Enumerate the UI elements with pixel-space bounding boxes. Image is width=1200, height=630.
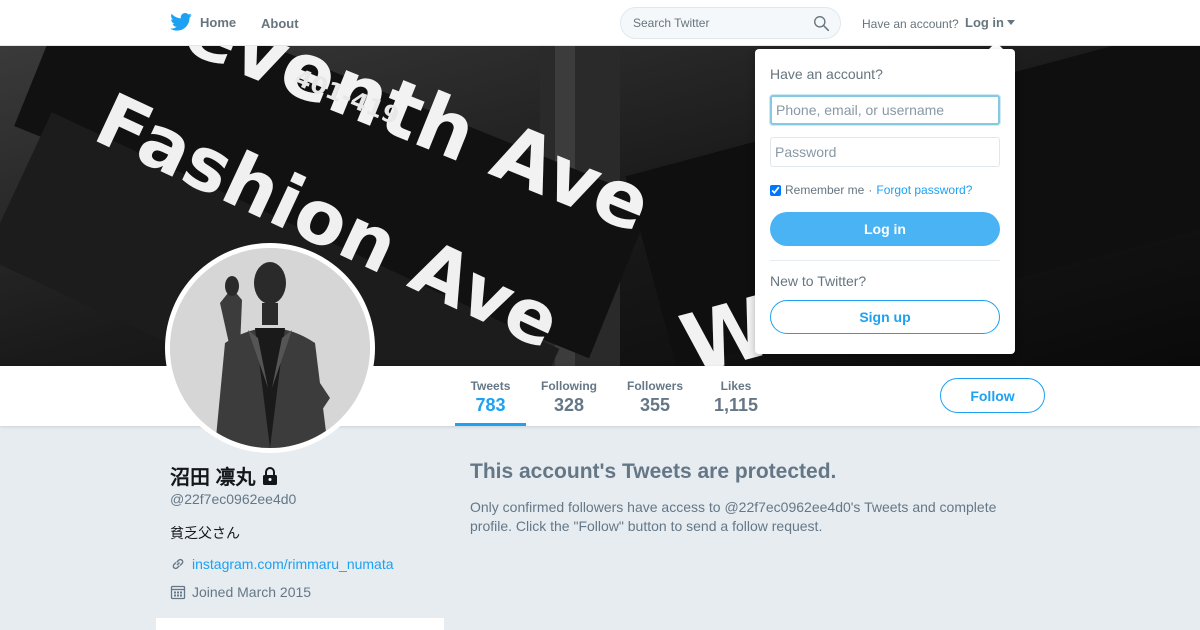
login-link-label: Log in <box>965 15 1004 30</box>
profile-link-row: instagram.com/rimmaru_numata <box>170 556 394 572</box>
nav-about-link[interactable]: About <box>261 16 299 31</box>
dropdown-divider <box>770 260 1000 261</box>
dropdown-title: Have an account? <box>770 66 883 82</box>
stat-following-value: 328 <box>553 395 585 415</box>
sidebar-card <box>156 618 444 630</box>
stat-tweets-label: Tweets <box>470 379 511 393</box>
stat-likes-value: 1,115 <box>713 395 759 415</box>
username-input[interactable] <box>770 95 1000 125</box>
stat-followers-label: Followers <box>626 379 683 393</box>
profile-joined-row: Joined March 2015 <box>170 584 311 600</box>
forgot-password-link[interactable]: Forgot password? <box>876 183 972 197</box>
protected-text: Only confirmed followers have access to … <box>470 499 997 534</box>
profile-handle[interactable]: @22f7ec0962ee4d0 <box>170 491 296 507</box>
stat-following-label: Following <box>541 379 597 393</box>
twitter-bird-icon <box>170 13 192 31</box>
stat-likes-label: Likes <box>720 379 752 393</box>
remember-me-label[interactable]: Remember me <box>785 183 864 197</box>
avatar-photo <box>170 248 370 448</box>
top-nav: Home About Search Twitter Have an accoun… <box>0 0 1200 46</box>
stat-likes[interactable]: Likes 1,115 <box>708 366 764 426</box>
signup-button[interactable]: Sign up <box>770 300 1000 334</box>
stat-following[interactable]: Following 328 <box>536 366 602 426</box>
search-icon[interactable] <box>813 15 830 32</box>
remember-me-checkbox[interactable] <box>770 184 781 196</box>
nav-home-link[interactable]: Home <box>170 13 236 31</box>
new-to-twitter-text: New to Twitter? <box>770 273 867 289</box>
protected-title: This account's Tweets are protected. <box>470 460 837 483</box>
remember-row: Remember me · Forgot password? <box>770 183 972 197</box>
profile-name-text: 沼田 凛丸 <box>170 467 256 489</box>
stat-followers[interactable]: Followers 355 <box>622 366 688 426</box>
stat-tweets[interactable]: Tweets 783 <box>455 366 526 426</box>
link-icon <box>172 558 184 570</box>
stat-tweets-value: 783 <box>475 395 506 415</box>
search-input[interactable]: Search Twitter <box>633 16 709 30</box>
login-dropdown-toggle[interactable]: Log in <box>965 15 1015 30</box>
profile-joined-date: Joined March 2015 <box>192 584 312 600</box>
search-box[interactable]: Search Twitter <box>620 7 841 39</box>
caret-down-icon <box>1007 20 1015 25</box>
stat-followers-value: 355 <box>639 395 671 415</box>
profile-website-link[interactable]: instagram.com/rimmaru_numata <box>192 556 394 572</box>
avatar[interactable] <box>165 243 375 453</box>
follow-button[interactable]: Follow <box>940 378 1045 413</box>
password-input[interactable] <box>770 137 1000 167</box>
login-dropdown: Have an account? Remember me · Forgot pa… <box>755 49 1015 354</box>
profile-name: 沼田 凛丸 <box>170 461 278 490</box>
login-button[interactable]: Log in <box>770 212 1000 246</box>
remember-separator: · <box>868 183 873 197</box>
nav-home-label: Home <box>200 14 237 30</box>
lock-icon <box>262 466 277 485</box>
calendar-icon <box>170 585 186 600</box>
profile-bio: 貧乏父さん <box>170 525 240 541</box>
have-account-text: Have an account? <box>862 17 959 31</box>
